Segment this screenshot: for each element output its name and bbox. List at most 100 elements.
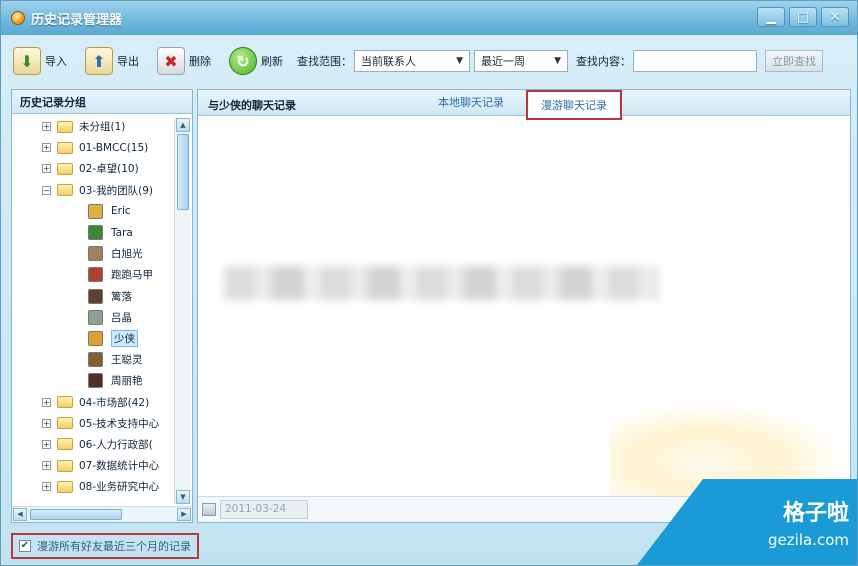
contact-label: 王聪灵	[111, 354, 143, 367]
expander[interactable]: +	[42, 122, 51, 132]
scroll-right-icon[interactable]: ▶	[177, 508, 191, 521]
delete-icon: ✖	[157, 47, 185, 75]
contact-row[interactable]: 王聪灵	[12, 349, 174, 370]
folder-icon	[57, 162, 73, 175]
delete-label: 删除	[189, 55, 211, 68]
contact-row[interactable]: 白旭光	[12, 243, 174, 264]
group-row[interactable]: +07-数据统计中心	[12, 455, 174, 476]
expander[interactable]: +	[42, 143, 51, 153]
roam-checkbox-label: 漫游所有好友最近三个月的记录	[37, 540, 191, 553]
toolbar: ⬇ 导入 ⬆ 导出 ✖ 删除 ↻ 刷新 查找范围： 当前联系人 ▼ 最近一周 ▼…	[1, 35, 857, 87]
hscroll-thumb[interactable]	[30, 509, 122, 520]
avatar	[88, 352, 103, 368]
import-label: 导入	[45, 55, 67, 68]
contact-label: Eric	[111, 205, 131, 218]
avatar	[88, 330, 103, 346]
contact-row[interactable]: 周丽艳	[12, 370, 174, 391]
minimize-button[interactable]: ▁	[757, 7, 785, 27]
period-select[interactable]: 最近一周 ▼	[474, 50, 568, 72]
folder-icon	[57, 417, 73, 430]
scroll-left-icon[interactable]: ◀	[13, 508, 27, 521]
expander[interactable]: +	[42, 397, 51, 407]
contact-row[interactable]: 篱落	[12, 286, 174, 307]
horizontal-scrollbar[interactable]: ◀ ▶	[12, 506, 192, 522]
contact-row-selected[interactable]: 少侠	[12, 328, 174, 349]
expander[interactable]: +	[42, 482, 51, 492]
export-icon: ⬆	[85, 47, 113, 75]
group-row[interactable]: + 未分组(1)	[12, 116, 174, 137]
chat-record-panel: 与少侠的聊天记录 本地聊天记录 漫游聊天记录 2011-03-24	[197, 89, 851, 523]
refresh-button[interactable]: ↻ 刷新	[223, 43, 289, 79]
contact-label: 白旭光	[111, 248, 143, 261]
avatar	[88, 246, 103, 262]
expander[interactable]: +	[42, 461, 51, 471]
delete-button[interactable]: ✖ 删除	[151, 43, 217, 79]
group-label: 04-市场部(42)	[79, 396, 150, 409]
open-folder-icon	[57, 184, 73, 197]
contact-label: 吕晶	[111, 311, 132, 324]
chevron-down-icon: ▼	[456, 56, 463, 66]
group-label: 02-卓望(10)	[79, 163, 139, 176]
group-label: 06-人力行政部(	[79, 438, 153, 451]
avatar	[88, 309, 103, 325]
close-button[interactable]: ✕	[821, 7, 849, 27]
window-title: 历史记录管理器	[31, 12, 123, 28]
period-value: 最近一周	[481, 55, 525, 68]
roam-all-friends-option[interactable]: ✔ 漫游所有好友最近三个月的记录	[11, 533, 199, 559]
tab-local-records[interactable]: 本地聊天记录	[438, 94, 504, 110]
expander[interactable]: +	[42, 439, 51, 449]
group-row[interactable]: +08-业务研究中心	[12, 476, 174, 497]
avatar	[88, 225, 103, 241]
vertical-scrollbar[interactable]: ▲ ▼	[174, 118, 190, 504]
group-label: 未分组(1)	[79, 121, 126, 134]
scope-value: 当前联系人	[361, 55, 416, 68]
contact-row[interactable]: 吕晶	[12, 307, 174, 328]
scroll-up-icon[interactable]: ▲	[176, 118, 190, 132]
blurred-message-content	[224, 266, 658, 300]
refresh-label: 刷新	[261, 55, 283, 68]
folder-icon	[57, 120, 73, 133]
maximize-button[interactable]: □	[789, 7, 817, 27]
window-controls: ▁ □ ✕	[757, 7, 849, 27]
contact-row[interactable]: Tara	[12, 222, 174, 243]
folder-icon	[57, 438, 73, 451]
group-row[interactable]: +04-市场部(42)	[12, 391, 174, 412]
scroll-thumb[interactable]	[177, 134, 189, 210]
avatar	[88, 373, 103, 389]
contact-label: 篱落	[111, 290, 132, 303]
group-row[interactable]: +05-技术支持中心	[12, 413, 174, 434]
expander[interactable]: −	[42, 185, 51, 195]
contact-row[interactable]: Eric	[12, 201, 174, 222]
group-row[interactable]: +06-人力行政部(	[12, 434, 174, 455]
group-row[interactable]: − 03-我的团队(9)	[12, 180, 174, 201]
import-button[interactable]: ⬇ 导入	[7, 43, 73, 79]
folder-icon	[57, 396, 73, 409]
group-label: 01-BMCC(15)	[79, 141, 149, 154]
content-label: 查找内容：	[576, 55, 631, 68]
app-logo-icon	[11, 11, 25, 25]
chevron-down-icon: ▼	[554, 56, 561, 66]
export-button[interactable]: ⬆ 导出	[79, 43, 145, 79]
search-content-input[interactable]	[633, 50, 757, 72]
search-now-button[interactable]: 立即查找	[765, 50, 823, 72]
expander[interactable]: +	[42, 418, 51, 428]
site-watermark: 格子啦 gezila.com	[637, 479, 857, 565]
roam-checkbox[interactable]: ✔	[19, 540, 31, 552]
date-field[interactable]: 2011-03-24	[220, 500, 308, 519]
avatar	[88, 203, 103, 219]
group-label: 08-业务研究中心	[79, 481, 160, 494]
scope-label: 查找范围：	[297, 55, 352, 68]
group-row[interactable]: +01-BMCC(15)	[12, 137, 174, 158]
expander[interactable]: +	[42, 164, 51, 174]
avatar	[88, 288, 103, 304]
scroll-down-icon[interactable]: ▼	[176, 490, 190, 504]
calendar-icon[interactable]	[202, 503, 216, 516]
title-bar[interactable]: 历史记录管理器 ▁ □ ✕	[1, 1, 857, 35]
group-row[interactable]: +02-卓望(10)	[12, 158, 174, 179]
scope-select[interactable]: 当前联系人 ▼	[354, 50, 470, 72]
contact-row[interactable]: 跑跑马甲	[12, 264, 174, 285]
tab-roaming-records[interactable]: 漫游聊天记录	[526, 90, 622, 120]
refresh-icon: ↻	[229, 47, 257, 75]
contact-label: Tara	[111, 226, 133, 239]
watermark-cn: 格子啦	[782, 501, 849, 526]
